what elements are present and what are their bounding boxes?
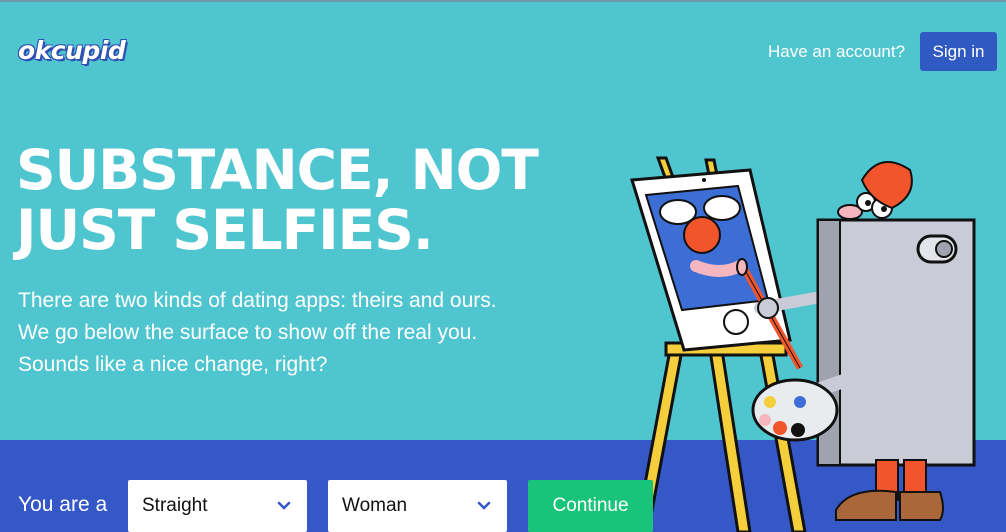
hero-title-line-2: JUST SELFIES. [16, 198, 434, 262]
gender-select[interactable]: Woman [328, 480, 507, 532]
have-account-text: Have an account? [768, 42, 906, 61]
orientation-value: Straight [142, 495, 208, 516]
hero-description: There are two kinds of dating apps: thei… [18, 289, 497, 376]
chevron-down-icon [477, 498, 493, 514]
gender-value: Woman [342, 495, 408, 516]
orientation-select[interactable]: Straight [128, 480, 307, 532]
hero-title: SUBSTANCE, NOT JUST SELFIES. [16, 140, 616, 260]
sign-in-button[interactable]: Sign in [920, 32, 997, 71]
hero-title-line-1: SUBSTANCE, NOT [16, 138, 539, 202]
okcupid-logo[interactable]: okcupid [18, 36, 126, 65]
you-are-label: You are a [18, 493, 108, 516]
continue-button[interactable]: Continue [528, 480, 653, 532]
chevron-down-icon [277, 498, 293, 514]
top-border [0, 0, 1006, 2]
painter-illustration [600, 156, 1006, 532]
